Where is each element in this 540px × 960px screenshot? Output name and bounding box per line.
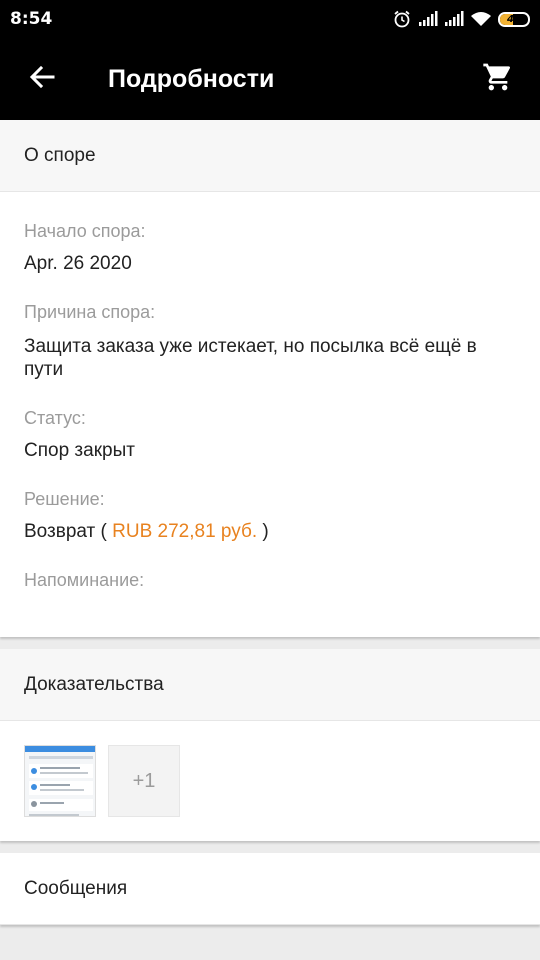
reminder-label: Напоминание: [24,570,145,590]
reason-label: Причина спора: [24,302,156,322]
arrow-left-icon [29,65,55,94]
shopping-cart-icon [482,61,514,98]
evidence-gallery: +1 [0,721,540,841]
evidence-header: Доказательства [0,649,540,721]
messages-header[interactable]: Сообщения [0,853,540,925]
status-icons: 47 [392,9,530,29]
more-evidence-button[interactable]: +1 [108,745,180,817]
status-bar: 8:54 47 [0,0,540,38]
battery-icon: 47 [498,11,530,27]
signal-icon [418,11,438,27]
resolution-value: Возврат ( RUB 272,81 руб. ) [24,520,516,543]
evidence-card: Доказательства +1 [0,649,540,841]
start-value: Apr. 26 2020 [24,253,132,274]
page-title: Подробности [108,64,275,93]
status-time: 8:54 [10,9,53,29]
status-label: Статус: [24,408,86,428]
evidence-thumbnail[interactable] [24,745,96,817]
refund-amount: RUB 272,81 руб. [112,521,258,542]
status-value: Спор закрыт [24,440,135,461]
content: О споре Начало спора: Apr. 26 2020 Причи… [0,120,540,937]
app-bar: Подробности [0,38,540,120]
back-button[interactable] [0,38,84,120]
reason-value: Защита заказа уже истекает, но посылка в… [24,336,477,380]
dispute-header: О споре [0,120,540,192]
signal-icon [444,11,464,27]
alarm-icon [392,9,412,29]
resolution-label: Решение: [24,489,105,509]
resolution-prefix: Возврат ( [24,521,113,542]
dispute-card: О споре Начало спора: Apr. 26 2020 Причи… [0,120,540,637]
dispute-details: Начало спора: Apr. 26 2020 Причина спора… [0,192,540,637]
resolution-suffix: ) [257,521,269,542]
messages-card: Сообщения [0,853,540,925]
wifi-icon [470,11,492,27]
start-label: Начало спора: [24,221,146,241]
cart-button[interactable] [456,38,540,120]
battery-level: 47 [507,13,521,25]
